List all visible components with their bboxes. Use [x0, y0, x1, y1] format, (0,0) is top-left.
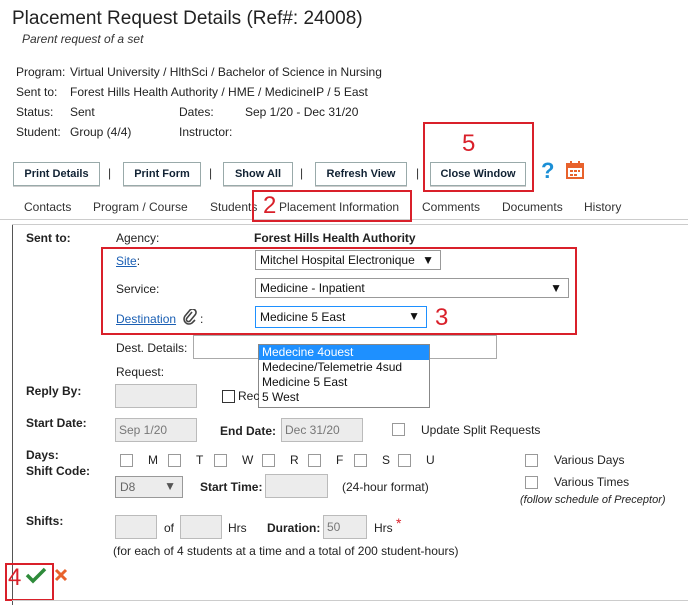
- end-date-input[interactable]: Dec 31/20: [281, 418, 363, 442]
- day-checkbox-t[interactable]: [168, 454, 181, 467]
- annotation-number-2: 2: [263, 192, 277, 219]
- sent-to-value: Forest Hills Health Authority / HME / Me…: [70, 85, 368, 99]
- day-checkbox-r[interactable]: [262, 454, 275, 467]
- tab-comments[interactable]: Comments: [422, 200, 480, 214]
- day-checkbox-w[interactable]: [214, 454, 227, 467]
- print-details-button[interactable]: Print Details: [13, 162, 100, 186]
- tab-documents[interactable]: Documents: [502, 200, 563, 214]
- update-split-label: Update Split Requests: [421, 423, 541, 437]
- annotation-number-3: 3: [435, 304, 449, 331]
- shifts-label: Shifts:: [26, 514, 64, 528]
- dropdown-option[interactable]: Medicine 5 East: [259, 375, 429, 390]
- annotation-number-4: 4: [8, 564, 22, 591]
- status-label: Status:: [16, 105, 54, 119]
- instructor-label: Instructor:: [179, 125, 233, 139]
- start-date-label: Start Date:: [26, 416, 87, 430]
- page-title: Placement Request Details (Ref#: 24008): [12, 8, 363, 29]
- tab-history[interactable]: History: [584, 200, 621, 214]
- dest-details-label: Dest. Details:: [116, 341, 188, 355]
- day-label-u: U: [426, 453, 435, 467]
- day-label-w: W: [242, 453, 254, 467]
- days-label: Days:: [26, 448, 59, 462]
- panel-bottom-border: [12, 600, 688, 601]
- day-checkbox-f[interactable]: [308, 454, 321, 467]
- sent-to-section-label: Sent to:: [26, 231, 71, 245]
- rec-checkbox[interactable]: [222, 390, 235, 403]
- duration-value: 50: [327, 520, 341, 534]
- help-icon[interactable]: ?: [541, 158, 554, 184]
- toolbar-separator: |: [416, 166, 420, 180]
- update-split-checkbox[interactable]: [392, 423, 405, 436]
- calendar-icon[interactable]: [565, 160, 585, 183]
- dropdown-option[interactable]: 5 West: [259, 390, 429, 405]
- start-time-input[interactable]: [265, 474, 328, 498]
- toolbar-separator: |: [300, 166, 304, 180]
- day-label-t: T: [196, 453, 204, 467]
- students-note: (for each of 4 students at a time and a …: [113, 544, 459, 558]
- day-label-f: F: [336, 453, 344, 467]
- dropdown-option[interactable]: Medecine 4ouest: [259, 345, 429, 360]
- day-label-m: M: [148, 453, 158, 467]
- student-value: Group (4/4): [70, 125, 132, 139]
- follow-schedule-note: (follow schedule of Preceptor): [520, 494, 666, 506]
- destination-dropdown-list[interactable]: Medecine 4ouest Medecine/Telemetrie 4sud…: [258, 344, 430, 408]
- day-checkbox-u[interactable]: [398, 454, 411, 467]
- various-days-label: Various Days: [554, 453, 625, 467]
- duration-label: Duration:: [267, 521, 321, 535]
- student-label: Student:: [16, 125, 61, 139]
- cancel-x-icon[interactable]: [53, 567, 69, 586]
- toolbar-separator: |: [209, 166, 213, 180]
- tab-students[interactable]: Students: [210, 200, 257, 214]
- reply-by-input[interactable]: [115, 384, 197, 408]
- request-label: Request:: [116, 365, 165, 379]
- program-value: Virtual University / HlthSci / Bachelor …: [70, 65, 382, 79]
- dropdown-option[interactable]: Medecine/Telemetrie 4sud: [259, 360, 429, 375]
- shift-code-value: D8: [120, 480, 136, 494]
- duration-input[interactable]: 50: [323, 515, 367, 539]
- tab-program-course[interactable]: Program / Course: [93, 200, 188, 214]
- program-label: Program:: [16, 65, 66, 79]
- shift-code-select[interactable]: D8 ▼: [115, 476, 183, 498]
- tab-contacts[interactable]: Contacts: [24, 200, 71, 214]
- day-checkbox-m[interactable]: [120, 454, 133, 467]
- refresh-view-button[interactable]: Refresh View: [315, 162, 407, 186]
- format-24-label: (24-hour format): [342, 480, 429, 494]
- annotation-number-5: 5: [462, 130, 476, 157]
- reply-by-label: Reply By:: [26, 384, 82, 398]
- required-mark: *: [396, 515, 402, 531]
- print-form-button[interactable]: Print Form: [123, 162, 201, 186]
- show-all-button[interactable]: Show All: [223, 162, 293, 186]
- shifts-input[interactable]: [115, 515, 157, 539]
- hours-input[interactable]: [180, 515, 222, 539]
- dates-value: Sep 1/20 - Dec 31/20: [245, 105, 359, 119]
- end-date-value: Dec 31/20: [285, 423, 340, 437]
- toolbar-separator: |: [108, 166, 112, 180]
- start-time-label: Start Time:: [200, 480, 263, 494]
- end-date-label: End Date:: [220, 424, 277, 438]
- of-label: of: [164, 521, 175, 535]
- various-times-checkbox[interactable]: [525, 476, 538, 489]
- day-label-r: R: [290, 453, 299, 467]
- status-value: Sent: [70, 105, 95, 119]
- start-date-input[interactable]: Sep 1/20: [115, 418, 197, 442]
- hrs2-label: Hrs: [374, 521, 393, 535]
- day-checkbox-s[interactable]: [354, 454, 367, 467]
- hrs-label: Hrs: [228, 521, 247, 535]
- various-days-checkbox[interactable]: [525, 454, 538, 467]
- annotation-box-3: [101, 247, 577, 335]
- page-subtitle: Parent request of a set: [22, 32, 144, 46]
- panel-left-border: [12, 224, 13, 605]
- shift-code-label: Shift Code:: [26, 464, 90, 478]
- day-label-s: S: [382, 453, 391, 467]
- agency-label: Agency:: [116, 231, 160, 245]
- dropdown-arrow-icon: ▼: [164, 479, 176, 493]
- sent-to-label: Sent to:: [16, 85, 58, 99]
- panel-top-border: [12, 224, 688, 225]
- rec-label: Rec: [238, 389, 260, 403]
- agency-value: Forest Hills Health Authority: [254, 231, 416, 245]
- dates-label: Dates:: [179, 105, 214, 119]
- start-date-value: Sep 1/20: [119, 423, 168, 437]
- various-times-label: Various Times: [554, 475, 630, 489]
- annotation-box-5: [423, 122, 534, 192]
